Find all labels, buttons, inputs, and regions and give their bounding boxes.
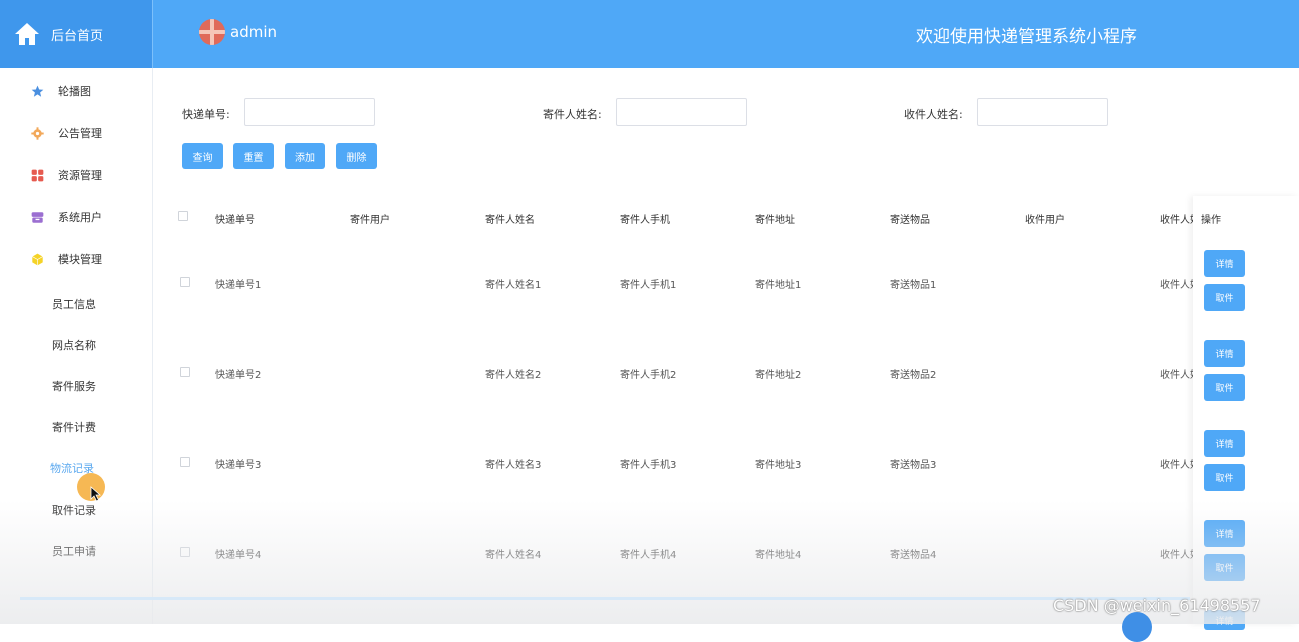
home-icon: [15, 23, 39, 45]
table-cell: 快递单号1: [215, 280, 262, 291]
cube-icon: [30, 252, 44, 266]
table-cell: 寄件地址1: [755, 280, 802, 291]
detail-button[interactable]: 详情: [1204, 430, 1245, 457]
column-header[interactable]: 寄件人手机: [620, 211, 670, 226]
table-cell: 快递单号3: [215, 460, 262, 471]
column-header[interactable]: 快递单号: [215, 211, 255, 226]
row-checkbox[interactable]: [180, 367, 190, 377]
detail-button[interactable]: 详情: [1204, 250, 1245, 277]
sidebar-item-carousel[interactable]: 轮播图: [0, 71, 152, 111]
column-header[interactable]: 寄件地址: [755, 211, 795, 226]
sidebar-item-label: 资源管理: [58, 169, 102, 182]
sender-name-label: 寄件人姓名:: [543, 108, 602, 121]
table-cell: 寄送物品1: [890, 280, 937, 291]
table-cell: 寄送物品3: [890, 460, 937, 471]
table-cell: 寄件人姓名1: [485, 280, 542, 291]
pickup-button[interactable]: 取件: [1204, 284, 1245, 311]
watermark: CSDN @weixin_61498557: [1053, 596, 1261, 615]
sidebar-item-announcements[interactable]: 公告管理: [0, 113, 152, 153]
reset-button[interactable]: 重置: [233, 143, 274, 169]
column-header: 操作: [1201, 215, 1221, 226]
recipient-name-input[interactable]: [977, 98, 1108, 126]
pickup-button[interactable]: 取件: [1204, 554, 1245, 581]
sidebar-item-label: 轮播图: [58, 85, 91, 98]
sidebar-item-resources[interactable]: 资源管理: [0, 155, 152, 195]
home-label: 后台首页: [51, 28, 104, 44]
operations-column: 操作 详情 取件 详情 取件 详情 取件 详情 取件 详情: [1193, 196, 1299, 630]
sidebar-subitem-pickup-record[interactable]: 取件记录: [52, 502, 96, 518]
home-link[interactable]: 后台首页: [0, 0, 152, 68]
sender-name-input[interactable]: [616, 98, 747, 126]
table-cell: 寄件人姓名2: [485, 370, 542, 381]
sidebar-item-label: 公告管理: [58, 127, 102, 140]
sidebar-item-system-users[interactable]: 系统用户: [0, 197, 152, 237]
pickup-button[interactable]: 取件: [1204, 374, 1245, 401]
recipient-name-label: 收件人姓名:: [904, 108, 963, 121]
select-all-checkbox[interactable]: [178, 211, 188, 221]
user-box-icon: [30, 210, 44, 224]
sidebar-item-label: 模块管理: [58, 253, 102, 266]
table-cell: 寄件人手机1: [620, 280, 677, 291]
table-cell: 寄件人姓名3: [485, 460, 542, 471]
table-cell: 寄件地址2: [755, 370, 802, 381]
mouse-pointer-icon: [90, 486, 102, 502]
grid-icon: [30, 168, 44, 182]
row-checkbox[interactable]: [180, 547, 190, 557]
sidebar-subitem-staff-info[interactable]: 员工信息: [52, 296, 96, 312]
table-cell: 快递单号4: [215, 550, 262, 561]
gear-icon: [30, 126, 44, 140]
delete-button[interactable]: 删除: [336, 143, 377, 169]
column-header[interactable]: 寄件人姓名: [485, 211, 535, 226]
column-header[interactable]: 收件用户: [1025, 211, 1065, 226]
floating-action-button[interactable]: [1122, 612, 1152, 642]
table-cell: 寄件地址4: [755, 550, 802, 561]
pickup-button[interactable]: 取件: [1204, 464, 1245, 491]
main-panel: [158, 68, 1299, 624]
sidebar-item-label: 系统用户: [58, 211, 102, 224]
table-cell: 寄件人手机3: [620, 460, 677, 471]
avatar: [199, 19, 225, 45]
star-icon: [30, 84, 44, 98]
row-checkbox[interactable]: [180, 457, 190, 467]
table-cell: 寄件人姓名4: [485, 550, 542, 561]
username: admin: [230, 23, 277, 41]
sidebar-subitem-outlet-name[interactable]: 网点名称: [52, 337, 96, 353]
horizontal-scrollbar[interactable]: [20, 597, 1190, 600]
column-header[interactable]: 寄送物品: [890, 211, 930, 226]
table-cell: 寄送物品2: [890, 370, 937, 381]
sidebar-subitem-shipping-fee[interactable]: 寄件计费: [52, 419, 96, 435]
tracking-no-input[interactable]: [244, 98, 375, 126]
row-checkbox[interactable]: [180, 277, 190, 287]
column-header[interactable]: 寄件用户: [350, 211, 390, 226]
table-cell: 寄送物品4: [890, 550, 937, 561]
sidebar-item-modules[interactable]: 模块管理: [0, 239, 152, 279]
user-menu[interactable]: admin: [199, 19, 277, 45]
header-divider: [152, 0, 153, 68]
tracking-no-label: 快递单号:: [182, 108, 230, 121]
table-cell: 快递单号2: [215, 370, 262, 381]
detail-button[interactable]: 详情: [1204, 520, 1245, 547]
top-header: 后台首页 admin 欢迎使用快递管理系统小程序: [0, 0, 1299, 68]
table-cell: 寄件地址3: [755, 460, 802, 471]
query-button[interactable]: 查询: [182, 143, 223, 169]
table-cell: 寄件人手机2: [620, 370, 677, 381]
add-button[interactable]: 添加: [285, 143, 325, 169]
welcome-text: 欢迎使用快递管理系统小程序: [916, 27, 1137, 47]
sidebar-subitem-staff-application[interactable]: 员工申请: [52, 543, 96, 559]
table-cell: 寄件人手机4: [620, 550, 677, 561]
sidebar-subitem-shipping-service[interactable]: 寄件服务: [52, 378, 96, 394]
detail-button[interactable]: 详情: [1204, 340, 1245, 367]
